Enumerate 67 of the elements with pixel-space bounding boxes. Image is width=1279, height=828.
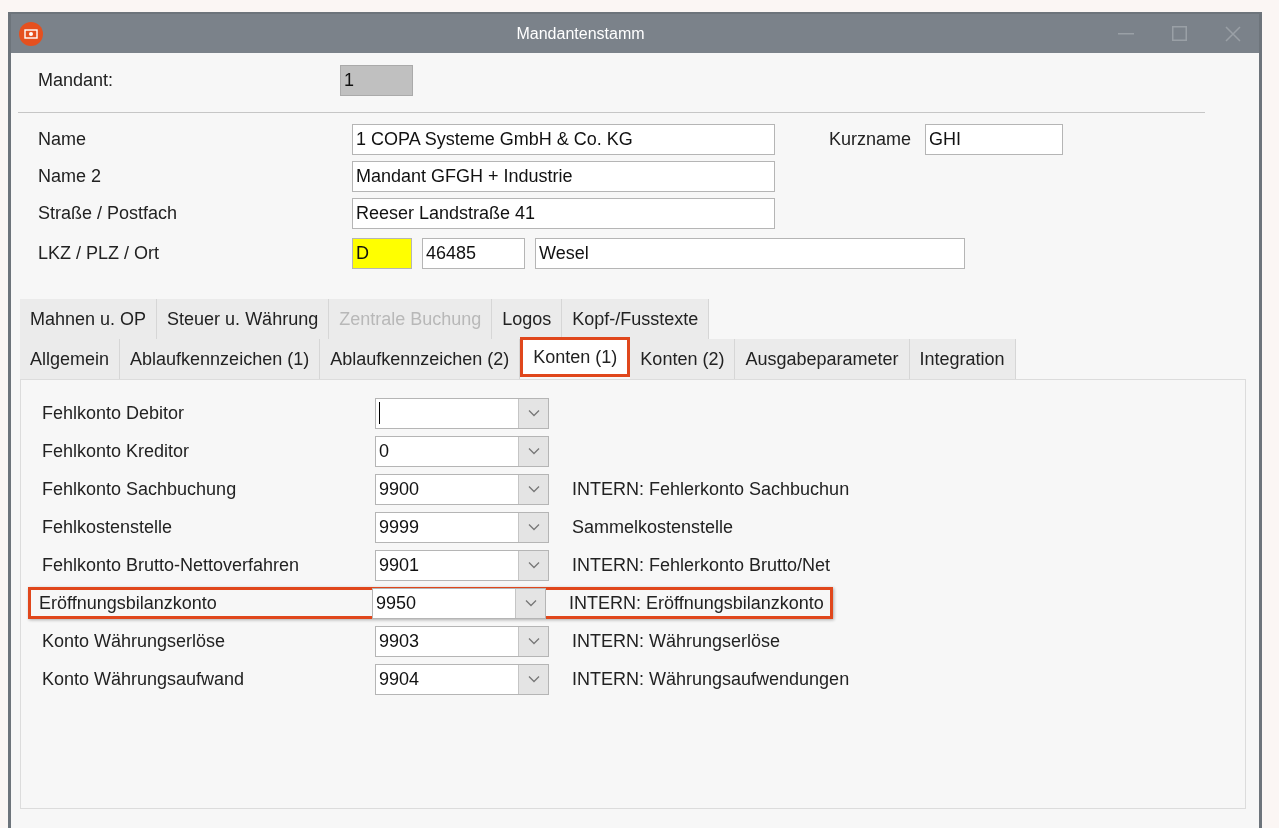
combo-box[interactable]: [375, 397, 549, 429]
tab[interactable]: Logos: [492, 299, 563, 339]
text-cursor: [379, 402, 380, 424]
field-label: Fehlkonto Sachbuchung: [42, 477, 238, 501]
tab[interactable]: Steuer u. Währung: [157, 299, 330, 339]
text-field[interactable]: Reeser Landstraße 41: [352, 198, 775, 229]
combo-value: 0: [379, 439, 389, 463]
field-label: Fehlkonto Kreditor: [42, 439, 191, 463]
text-field[interactable]: Mandant GFGH + Industrie: [352, 161, 775, 192]
combo-box[interactable]: 9904: [375, 663, 549, 695]
chevron-down-icon: [524, 599, 537, 607]
text-field[interactable]: Wesel: [535, 237, 965, 269]
combo-value: 9904: [379, 667, 420, 691]
field-label: Name: [38, 128, 87, 151]
combo-box[interactable]: 9950: [372, 587, 546, 619]
field-label: Fehlkostenstelle: [42, 515, 174, 539]
mandant-field: 1: [340, 64, 413, 96]
text-field[interactable]: GHI: [925, 124, 1063, 155]
tab[interactable]: Mahnen u. OP: [20, 299, 158, 339]
account-description: INTERN: Fehlerkonto Brutto/Net: [572, 553, 831, 577]
tab[interactable]: Konten (1): [520, 337, 631, 377]
field-label: Mandant:: [38, 68, 115, 92]
chevron-down-icon: [527, 561, 540, 569]
field-label: LKZ / PLZ / Ort: [38, 241, 161, 265]
tab[interactable]: Ablaufkennzeichen (1): [120, 339, 321, 379]
app-icon: [19, 21, 43, 46]
chevron-down-icon: [527, 675, 540, 683]
chevron-down-icon: [527, 447, 540, 455]
tab[interactable]: Konten (2): [630, 339, 736, 379]
combo-box[interactable]: 9999: [375, 511, 549, 543]
combo-value: 9903: [379, 629, 420, 653]
chevron-down-icon: [527, 523, 540, 531]
combo-value: 9950: [376, 591, 417, 615]
combo-value: 9999: [379, 515, 420, 539]
field-label: Konto Währungsaufwand: [42, 667, 246, 691]
account-description: INTERN: Eröffnungsbilanzkonto: [569, 591, 824, 615]
tab[interactable]: Kopf-/Fusstexte: [562, 299, 710, 339]
field-label: Fehlkonto Debitor: [42, 401, 186, 425]
window-title: Mandantenstamm: [516, 23, 645, 44]
text-field[interactable]: 1 COPA Systeme GmbH & Co. KG: [352, 124, 775, 155]
account-description: INTERN: Fehlerkonto Sachbuchun: [572, 477, 850, 501]
field-label: Kurzname: [829, 128, 913, 151]
combo-box[interactable]: 9903: [375, 625, 549, 657]
combo-box[interactable]: 9901: [375, 549, 549, 581]
field-label: Straße / Postfach: [38, 202, 179, 225]
field-label: Konto Währungserlöse: [42, 629, 227, 653]
field-label: Eröffnungsbilanzkonto: [39, 591, 218, 615]
tab[interactable]: Ablaufkennzeichen (2): [320, 339, 521, 379]
text-field[interactable]: D: [352, 237, 412, 269]
combo-value: 9901: [379, 553, 420, 577]
text-field[interactable]: 46485: [422, 237, 525, 269]
tab[interactable]: Integration: [909, 339, 1016, 379]
tab[interactable]: Ausgabeparameter: [735, 339, 910, 379]
close-icon[interactable]: [1225, 25, 1241, 42]
chevron-down-icon: [527, 485, 540, 493]
combo-box[interactable]: 0: [375, 435, 549, 467]
combo-value: 9900: [379, 477, 420, 501]
field-label: Name 2: [38, 165, 103, 188]
account-description: INTERN: Währungsaufwendungen: [572, 667, 850, 691]
tab[interactable]: Allgemein: [20, 339, 121, 379]
account-description: INTERN: Währungserlöse: [572, 629, 781, 653]
combo-box[interactable]: 9900: [375, 473, 549, 505]
field-label: Fehlkonto Brutto-Nettoverfahren: [42, 553, 301, 577]
chevron-down-icon: [527, 637, 540, 645]
account-description: Sammelkostenstelle: [572, 515, 734, 539]
maximize-icon[interactable]: [1172, 26, 1187, 41]
chevron-down-icon: [527, 409, 540, 417]
